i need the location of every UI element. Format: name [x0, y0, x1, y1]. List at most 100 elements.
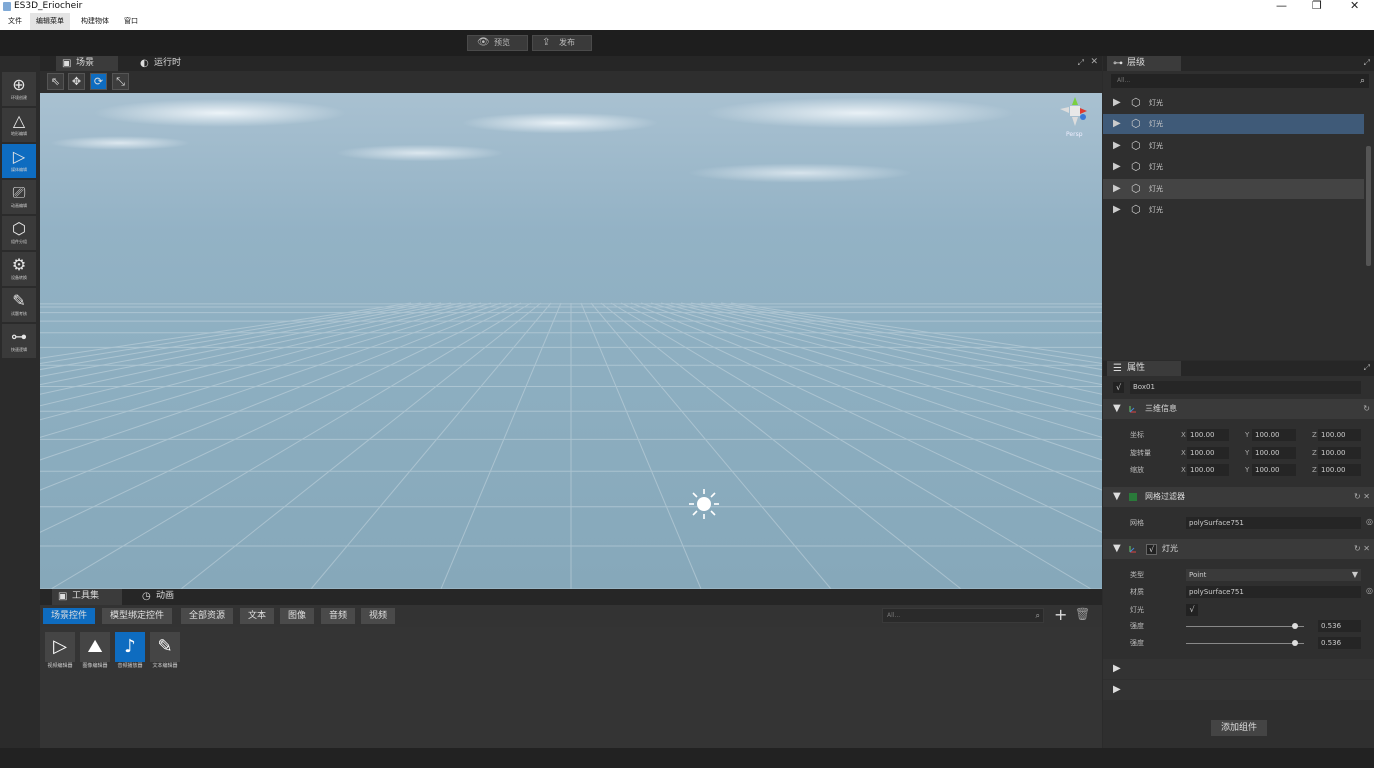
restore-button[interactable]: ❐: [1312, 0, 1322, 12]
preview-button[interactable]: 👁 预览: [467, 35, 528, 51]
intensity-field[interactable]: 0.536: [1318, 620, 1361, 632]
expand-arrow-icon[interactable]: ▶: [1113, 136, 1121, 156]
mesh-field[interactable]: polySurface751: [1186, 517, 1361, 529]
tab-toolset[interactable]: ▣ 工具集: [52, 589, 122, 605]
asset-image-editor[interactable]: ⛰ 图像编辑器: [78, 632, 112, 670]
collapse-arrow-icon[interactable]: ▼: [1113, 399, 1121, 419]
light-toggle-checkbox[interactable]: √: [1186, 604, 1198, 616]
intensity-slider[interactable]: [1186, 623, 1304, 629]
maximize-icon[interactable]: ⤢: [1364, 58, 1370, 68]
asset-audio-player[interactable]: ♪ 音频播放器: [113, 632, 147, 670]
expand-arrow-icon[interactable]: ▶: [1113, 680, 1121, 700]
object-name-field[interactable]: Box01: [1130, 381, 1361, 394]
expand-arrow-icon[interactable]: ▶: [1113, 659, 1121, 679]
asset-search-input[interactable]: All... ⌕: [882, 608, 1044, 623]
asset-text-editor[interactable]: ✎ 文本编辑器: [148, 632, 182, 670]
select-tool-icon[interactable]: ⇖: [47, 73, 64, 90]
hierarchy-item[interactable]: ▶ ⬡ 灯光: [1103, 179, 1364, 199]
sidebar-item-logic[interactable]: ⊶ 快速逻辑: [2, 324, 36, 358]
reset-close-icon[interactable]: ↻ ✕: [1354, 539, 1370, 559]
strength-slider[interactable]: [1186, 640, 1304, 646]
minimize-button[interactable]: —: [1276, 0, 1287, 12]
light-enabled-checkbox[interactable]: √: [1146, 544, 1157, 555]
transform-section-header[interactable]: ▼ 三维信息 ↻: [1103, 399, 1374, 419]
scale-z-field[interactable]: 100.00: [1318, 464, 1361, 476]
close-panel-icon[interactable]: ✕: [1090, 57, 1098, 67]
asset-video-editor[interactable]: ▷ 视频编辑器: [43, 632, 77, 670]
target-icon[interactable]: ◎: [1366, 586, 1373, 595]
hierarchy-item[interactable]: ▶ ⬡ 灯光: [1103, 136, 1364, 156]
reset-icon[interactable]: ↻: [1363, 399, 1370, 419]
intensity-slider-knob[interactable]: [1291, 623, 1298, 629]
position-y-field[interactable]: 100.00: [1252, 429, 1296, 441]
collapse-arrow-icon[interactable]: ▼: [1113, 487, 1121, 507]
sidebar-item-media[interactable]: ▷ 媒体编辑: [2, 144, 36, 178]
collapsed-section[interactable]: ▶: [1103, 659, 1374, 679]
add-component-button[interactable]: 添加组件: [1211, 720, 1267, 736]
scale-x-field[interactable]: 100.00: [1187, 464, 1229, 476]
filter-all-assets[interactable]: 全部资源: [181, 608, 234, 624]
expand-arrow-icon[interactable]: ▶: [1113, 93, 1121, 113]
filter-model-bound[interactable]: 模型绑定控件: [102, 608, 173, 624]
strength-field[interactable]: 0.536: [1318, 637, 1361, 649]
mesh-filter-section-header[interactable]: ▼ 网格过滤器 ↻ ✕: [1103, 487, 1374, 507]
light-type-select[interactable]: Point ▼: [1186, 569, 1361, 581]
trash-icon[interactable]: 🗑: [1075, 607, 1090, 621]
filter-scene-controls[interactable]: 场景控件: [43, 608, 96, 624]
expand-arrow-icon[interactable]: ▶: [1113, 157, 1121, 177]
expand-arrow-icon[interactable]: ▶: [1113, 200, 1121, 220]
filter-audio[interactable]: 音频: [321, 608, 356, 624]
collapse-arrow-icon[interactable]: ▼: [1113, 539, 1121, 559]
menu-file[interactable]: 文件: [2, 13, 28, 30]
menu-build[interactable]: 构建物体: [75, 13, 115, 30]
rotate-tool-icon[interactable]: ⟳: [90, 73, 107, 90]
scene-viewport[interactable]: Persp: [40, 93, 1102, 589]
hierarchy-item[interactable]: ▶ ⬡ 灯光: [1103, 114, 1364, 134]
material-field[interactable]: polySurface751: [1186, 586, 1361, 598]
target-icon[interactable]: ◎: [1366, 517, 1373, 526]
rotation-x-field[interactable]: 100.00: [1187, 447, 1229, 459]
light-sun-icon[interactable]: [688, 488, 720, 520]
view-gizmo[interactable]: Persp: [1056, 95, 1096, 141]
close-button[interactable]: ✕: [1350, 0, 1359, 12]
strength-slider-knob[interactable]: [1291, 640, 1298, 646]
move-tool-icon[interactable]: ✥: [68, 73, 85, 90]
scale-tool-icon[interactable]: ⤡: [112, 73, 129, 90]
maximize-icon[interactable]: ⤢: [1078, 58, 1084, 68]
sidebar-item-animation[interactable]: ⎚ 动画编辑: [2, 180, 36, 214]
sidebar-item-exam[interactable]: ✎ 试题考核: [2, 288, 36, 322]
sidebar-item-device[interactable]: ⚙ 设备转换: [2, 252, 36, 286]
tab-runtime[interactable]: ◐ 运行时: [134, 56, 204, 71]
reset-close-icon[interactable]: ↻ ✕: [1354, 487, 1370, 507]
hierarchy-search-input[interactable]: All... ⌕: [1111, 74, 1369, 88]
expand-arrow-icon[interactable]: ▶: [1113, 114, 1121, 134]
filter-text[interactable]: 文本: [240, 608, 275, 624]
tab-animation[interactable]: ◷ 动画: [136, 589, 206, 605]
tab-properties[interactable]: ☰ 属性: [1107, 361, 1181, 376]
hierarchy-item[interactable]: ▶ ⬡ 灯光: [1103, 93, 1364, 113]
add-icon[interactable]: +: [1054, 605, 1067, 624]
publish-button[interactable]: ⇪ 发布: [532, 35, 592, 51]
sidebar-item-environment[interactable]: ⊕ 环境创建: [2, 72, 36, 106]
menu-edit[interactable]: 编辑菜单: [30, 13, 70, 30]
hierarchy-item[interactable]: ▶ ⬡ 灯光: [1103, 200, 1364, 220]
rotation-z-field[interactable]: 100.00: [1318, 447, 1361, 459]
tab-hierarchy[interactable]: ⊶ 层级: [1107, 56, 1181, 71]
rotation-y-field[interactable]: 100.00: [1252, 447, 1296, 459]
menu-window[interactable]: 窗口: [118, 13, 144, 30]
scale-y-field[interactable]: 100.00: [1252, 464, 1296, 476]
position-z-field[interactable]: 100.00: [1318, 429, 1361, 441]
sidebar-item-components[interactable]: ⬡ 组件分组: [2, 216, 36, 250]
hierarchy-scrollbar[interactable]: [1366, 146, 1371, 266]
object-active-checkbox[interactable]: √: [1113, 382, 1124, 393]
maximize-icon[interactable]: ⤢: [1364, 363, 1370, 373]
light-section-header[interactable]: ▼ √ 灯光 ↻ ✕: [1103, 539, 1374, 559]
filter-video[interactable]: 视频: [361, 608, 396, 624]
position-x-field[interactable]: 100.00: [1187, 429, 1229, 441]
collapsed-section[interactable]: ▶: [1103, 680, 1374, 700]
sidebar-item-terrain[interactable]: △ 地形编辑: [2, 108, 36, 142]
tab-scene[interactable]: ▣ 场景: [56, 56, 118, 71]
expand-arrow-icon[interactable]: ▶: [1113, 179, 1121, 199]
filter-image[interactable]: 图像: [280, 608, 315, 624]
hierarchy-item[interactable]: ▶ ⬡ 灯光: [1103, 157, 1364, 177]
